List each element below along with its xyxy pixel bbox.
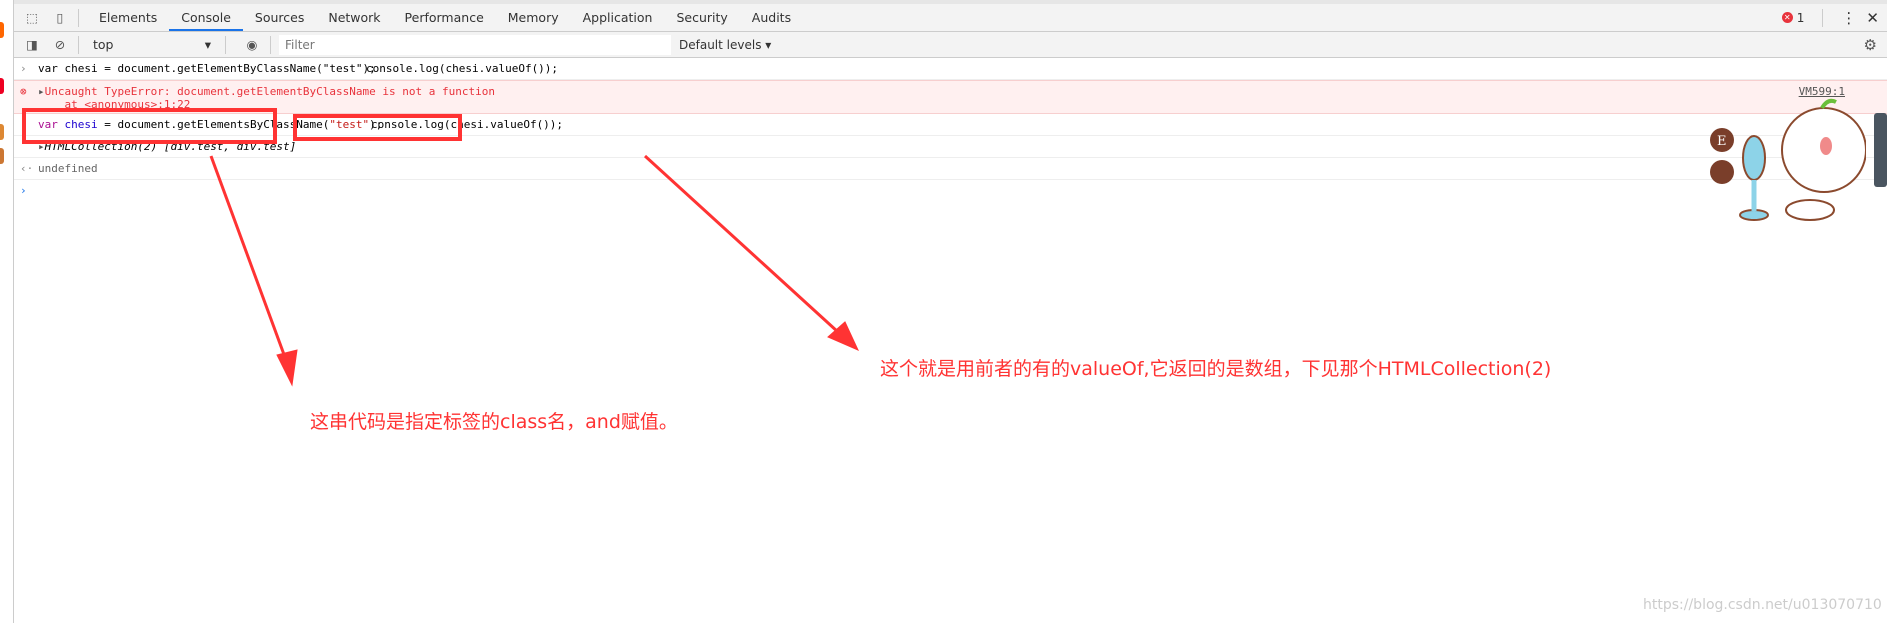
- arrow-right: [643, 154, 860, 351]
- cartoon-sticker: E: [1710, 98, 1866, 221]
- annotation-arrows: [209, 154, 860, 387]
- annotation-right: 这个就是用前者的有的valueOf,它返回的是数组，下见那个HTMLCollec…: [880, 358, 1552, 380]
- svg-text:E: E: [1717, 134, 1727, 149]
- arrow-left: [209, 155, 298, 387]
- annotation-left: 这串代码是指定标签的class名，and赋值。: [310, 411, 678, 433]
- watermark: https://blog.csdn.net/u013070710: [1643, 597, 1882, 613]
- fan-icon: [1742, 135, 1766, 181]
- scrollbar-widget[interactable]: [1874, 113, 1887, 187]
- badge-shirt-icon: [1710, 160, 1734, 184]
